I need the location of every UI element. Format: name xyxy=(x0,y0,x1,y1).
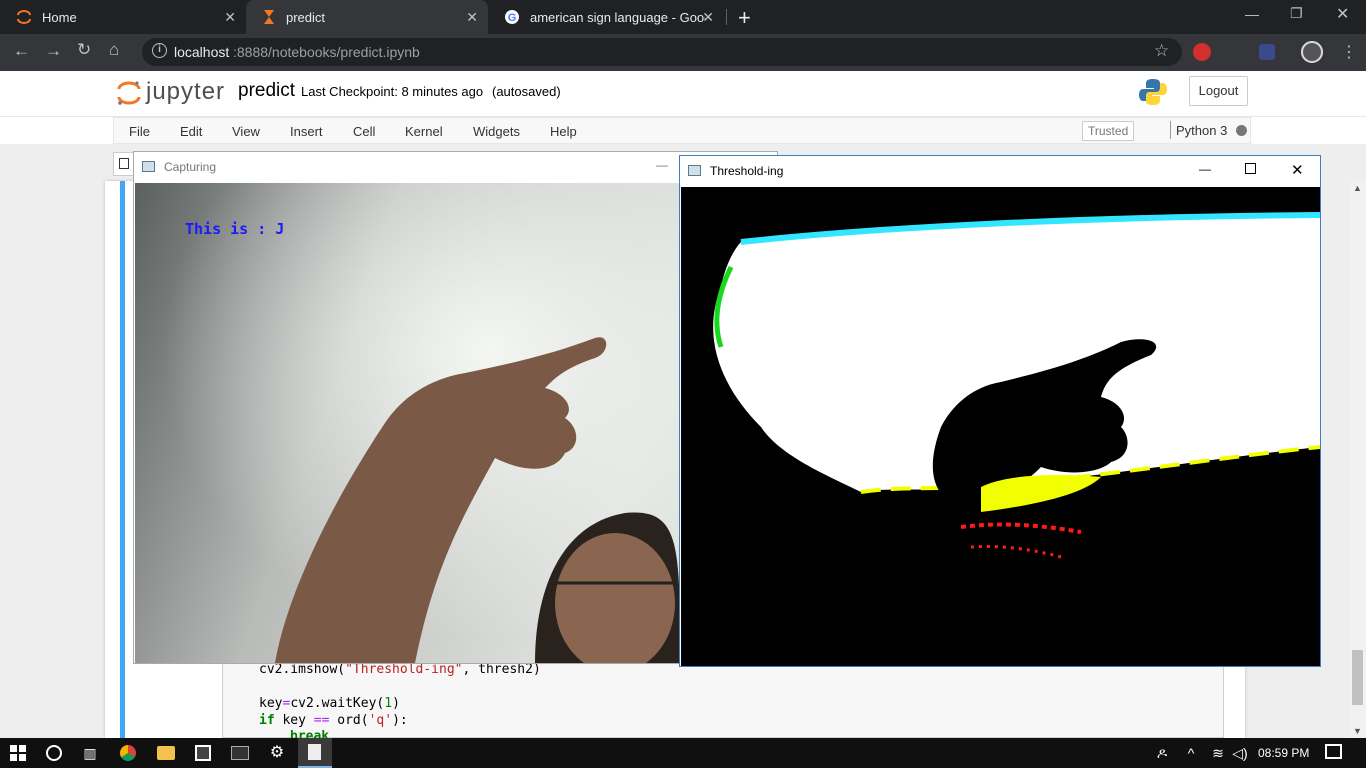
code-line: if key == ord('q'): xyxy=(259,713,408,728)
close-tab-icon[interactable]: ✕ xyxy=(224,9,236,26)
save-toolbar-button[interactable] xyxy=(113,152,135,176)
jupyter-menubar: File Edit View Insert Cell Kernel Widget… xyxy=(113,117,1251,144)
active-app-tab[interactable] xyxy=(298,738,332,768)
terminal-icon[interactable] xyxy=(231,746,249,760)
people-icon[interactable]: ዶ xyxy=(1152,743,1172,763)
menu-help[interactable]: Help xyxy=(550,124,577,139)
window-title: Threshold-ing xyxy=(710,164,784,178)
hourglass-icon xyxy=(264,10,274,24)
jupyter-logo-text: jupyter xyxy=(146,78,226,105)
profile-avatar[interactable] xyxy=(1301,41,1323,63)
url-path: :8888/notebooks/predict.ipynb xyxy=(233,44,420,60)
close-button[interactable]: ✕ xyxy=(1291,161,1304,179)
menu-edit[interactable]: Edit xyxy=(180,124,202,139)
webcam-frame xyxy=(135,183,680,663)
tab-label: american sign language - Google xyxy=(530,9,705,25)
menu-kernel[interactable]: Kernel xyxy=(405,124,443,139)
scroll-up-icon[interactable]: ▲ xyxy=(1353,183,1362,193)
threshold-window[interactable]: Threshold-ing — ✕ xyxy=(679,155,1321,667)
close-tab-icon[interactable]: ✕ xyxy=(702,9,714,26)
notebook-name[interactable]: predict xyxy=(238,80,295,102)
code-cell-input[interactable]: cv2.imshow("Threshold-ing", thresh2) key… xyxy=(222,660,1224,744)
back-icon[interactable]: ← xyxy=(13,41,30,61)
windows-taskbar: ▥ ⚙ ዶ ^ ≋ ◁) 08:59 PM xyxy=(0,738,1366,768)
tab-predict[interactable]: predict ✕ xyxy=(246,0,488,34)
minimize-button[interactable]: — xyxy=(1245,6,1259,22)
restore-button[interactable]: ❐ xyxy=(1290,5,1303,22)
forward-icon[interactable]: → xyxy=(45,41,62,61)
kernel-status-icon xyxy=(1236,125,1247,136)
show-hidden-icons-icon[interactable]: ^ xyxy=(1181,743,1201,763)
python-logo-icon xyxy=(1139,79,1167,105)
jupyter-header: jupyter predict Last Checkpoint: 8 minut… xyxy=(0,71,1366,117)
tab-label: Home xyxy=(42,9,77,25)
minimize-button[interactable]: — xyxy=(1199,162,1211,176)
google-g-icon: G xyxy=(505,10,519,24)
store-icon[interactable] xyxy=(195,745,211,761)
window-app-icon xyxy=(142,161,155,172)
save-icon xyxy=(119,158,129,169)
action-center-icon[interactable] xyxy=(1325,744,1342,759)
menu-insert[interactable]: Insert xyxy=(290,124,323,139)
extension-icon[interactable] xyxy=(1259,44,1275,60)
window-title: Capturing xyxy=(164,160,217,174)
maximize-button[interactable] xyxy=(1245,163,1256,174)
home-icon[interactable]: ⌂ xyxy=(109,40,119,60)
tab-label: predict xyxy=(286,9,326,25)
code-line: key=cv2.waitKey(1) xyxy=(259,696,400,711)
reload-icon[interactable]: ↻ xyxy=(77,40,91,60)
close-window-button[interactable]: ✕ xyxy=(1336,4,1349,24)
url-host: localhost xyxy=(174,44,230,60)
scroll-down-icon[interactable]: ▼ xyxy=(1353,726,1362,736)
browser-tabstrip: Home ✕ predict ✕ G american sign languag… xyxy=(0,0,1366,34)
jupyter-logo-icon[interactable] xyxy=(116,79,142,107)
close-tab-icon[interactable]: ✕ xyxy=(466,9,478,26)
chrome-menu-icon[interactable]: ⋮ xyxy=(1341,42,1357,62)
selected-cell-indicator xyxy=(120,181,125,738)
cortana-search-icon[interactable] xyxy=(46,745,62,761)
code-line: cv2.imshow("Threshold-ing", thresh2) xyxy=(259,662,541,677)
autosave-status: (autosaved) xyxy=(492,84,561,99)
menu-widgets[interactable]: Widgets xyxy=(473,124,520,139)
logout-button[interactable]: Logout xyxy=(1189,76,1248,106)
address-bar[interactable]: i localhost :8888/notebooks/predict.ipyn… xyxy=(142,38,1182,66)
windows-start-icon[interactable] xyxy=(10,745,26,761)
new-tab-button[interactable]: + xyxy=(738,5,751,31)
settings-gear-icon[interactable]: ⚙ xyxy=(267,743,287,763)
minimize-button[interactable]: — xyxy=(656,158,668,172)
svg-text:G: G xyxy=(508,12,517,24)
threshold-frame xyxy=(681,187,1320,666)
info-icon[interactable]: i xyxy=(152,43,167,58)
wifi-icon[interactable]: ≋ xyxy=(1208,743,1228,763)
menu-view[interactable]: View xyxy=(232,124,260,139)
window-titlebar[interactable]: Threshold-ing — ✕ xyxy=(680,156,1320,186)
trusted-indicator[interactable]: Trusted xyxy=(1082,121,1135,141)
menu-cell[interactable]: Cell xyxy=(353,124,375,139)
volume-icon[interactable]: ◁) xyxy=(1230,743,1250,763)
tab-google-search[interactable]: G american sign language - Google ✕ xyxy=(488,0,724,34)
checkpoint-status: Last Checkpoint: 8 minutes ago xyxy=(301,84,484,99)
chrome-taskbar-icon[interactable] xyxy=(120,745,136,761)
tab-home[interactable]: Home ✕ xyxy=(0,0,246,34)
kernel-name: Python 3 xyxy=(1176,123,1228,138)
bookmark-star-icon[interactable]: ☆ xyxy=(1154,41,1169,61)
file-explorer-icon[interactable] xyxy=(157,746,175,760)
taskbar-clock[interactable]: 08:59 PM xyxy=(1258,746,1309,760)
extension-icon[interactable] xyxy=(1193,43,1211,61)
scrollbar-thumb[interactable] xyxy=(1352,650,1363,705)
document-icon xyxy=(308,744,321,760)
prediction-overlay-text: This is : J xyxy=(185,220,285,238)
jupyter-logo-icon xyxy=(17,10,31,24)
task-view-icon[interactable]: ▥ xyxy=(80,743,100,763)
window-app-icon xyxy=(688,165,701,176)
menu-file[interactable]: File xyxy=(129,124,150,139)
